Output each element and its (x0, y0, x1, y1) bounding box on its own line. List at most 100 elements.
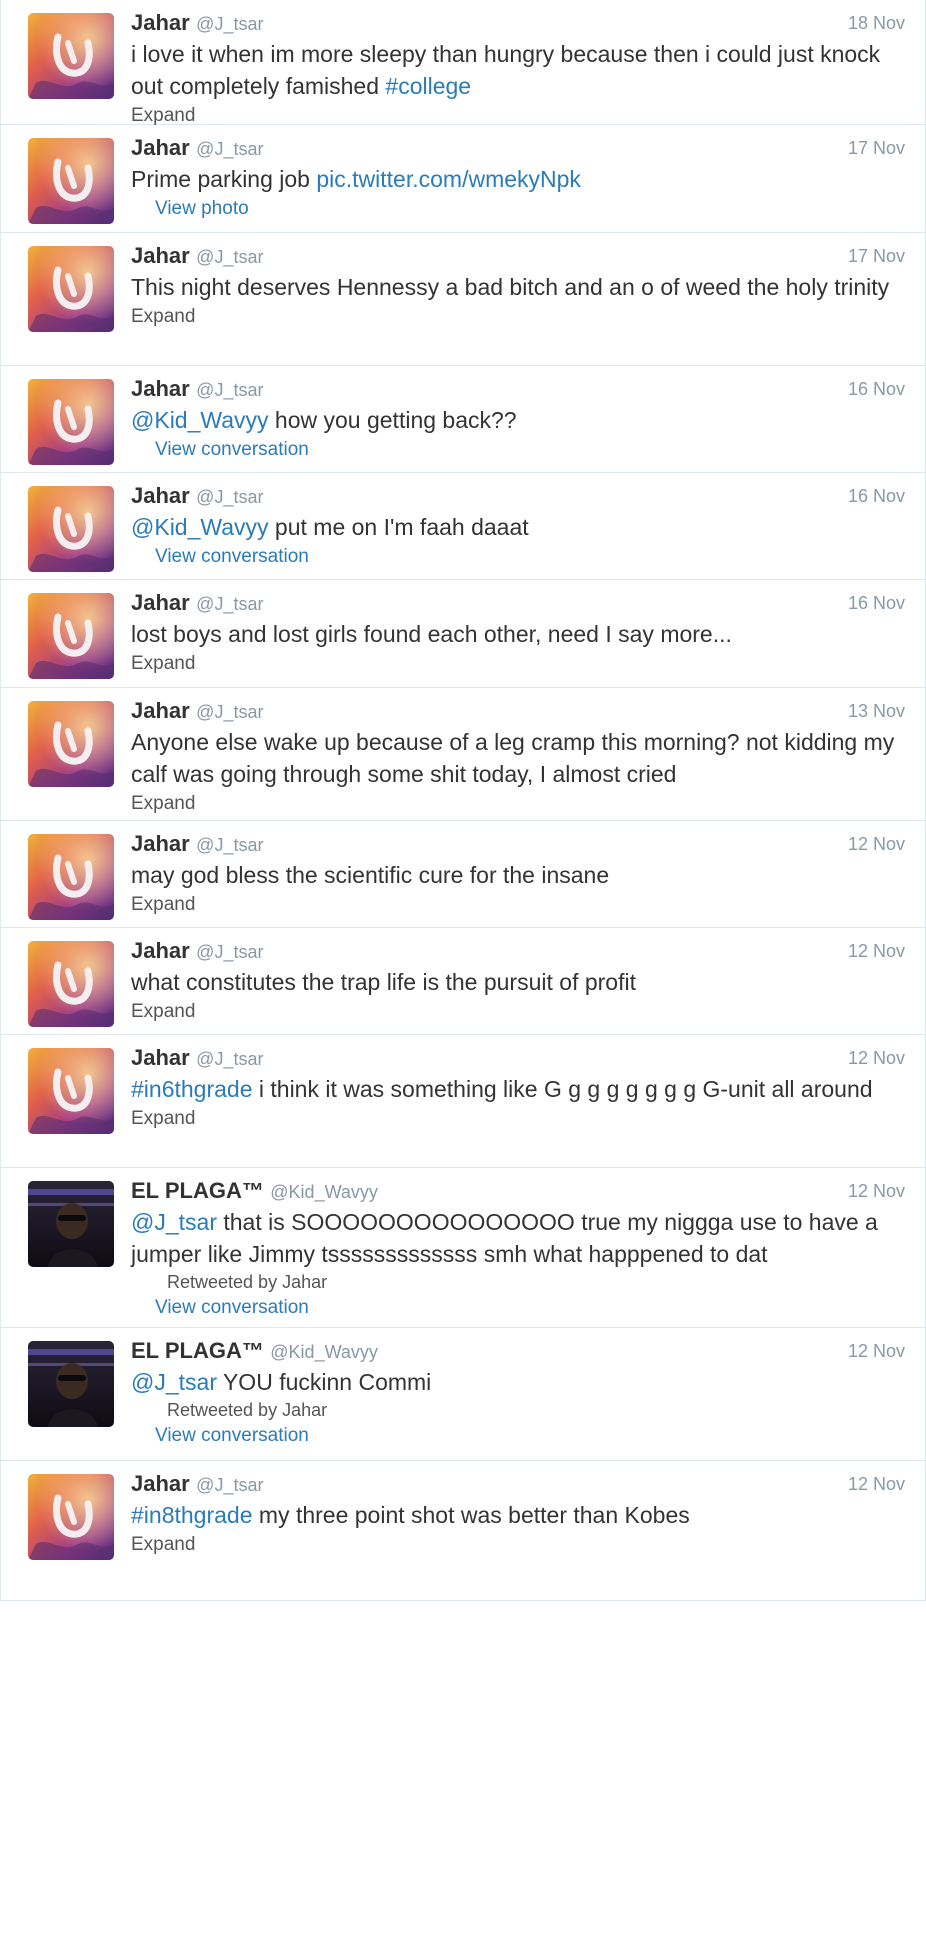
tweet-text: @Kid_Wavyy put me on I'm faah daaat (131, 511, 905, 543)
view-conversation-link[interactable]: View conversation (155, 436, 905, 463)
tweet-item[interactable]: Jahar @J_tsar 12 Nov what constitutes the … (1, 928, 925, 1035)
tweet-header: Jahar @J_tsar 12 Nov (131, 1471, 905, 1497)
tweet-timestamp[interactable]: 12 Nov (848, 1045, 905, 1071)
expand-link[interactable]: Expand (131, 303, 905, 330)
tweet-timestamp[interactable]: 12 Nov (848, 1338, 905, 1364)
retweeted-by[interactable]: Retweeted by Jahar (167, 1398, 905, 1422)
tweet-text: This night deserves Hennessy a bad bitch… (131, 271, 905, 303)
author-name[interactable]: Jahar (131, 590, 190, 615)
author-handle[interactable]: @J_tsar (196, 139, 263, 159)
elplaga-avatar[interactable] (28, 1341, 114, 1427)
author-handle[interactable]: @J_tsar (196, 942, 263, 962)
jahar-avatar[interactable] (28, 593, 114, 679)
author-name[interactable]: EL PLAGA™ (131, 1338, 264, 1363)
tweet-item[interactable]: Jahar @J_tsar 12 Nov may god bless the sci… (1, 821, 925, 928)
view-conversation-link[interactable]: View conversation (155, 1422, 905, 1449)
author-name[interactable]: Jahar (131, 1045, 190, 1070)
author-handle[interactable]: @J_tsar (196, 14, 263, 34)
tweet-timestamp[interactable]: 17 Nov (848, 135, 905, 161)
tweet-text-segment: may god bless the scientific cure for th… (131, 862, 610, 888)
jahar-avatar[interactable] (28, 701, 114, 787)
tweet-timestamp[interactable]: 12 Nov (848, 1471, 905, 1497)
jahar-avatar[interactable] (28, 246, 114, 332)
author-handle[interactable]: @J_tsar (196, 1049, 263, 1069)
tweet-timestamp[interactable]: 16 Nov (848, 590, 905, 616)
tweet-timestamp[interactable]: 18 Nov (848, 10, 905, 36)
tweet-item[interactable]: Jahar @J_tsar 17 Nov Prime parking job pic… (1, 125, 925, 233)
elplaga-avatar[interactable] (28, 1181, 114, 1267)
expand-link[interactable]: Expand (131, 891, 905, 918)
tweet-item[interactable]: EL PLAGA™ @Kid_Wavyy 12 Nov @J_tsar YOU fu… (1, 1328, 925, 1461)
tweet-timestamp[interactable]: 16 Nov (848, 483, 905, 509)
tweet-item[interactable]: EL PLAGA™ @Kid_Wavyy 12 Nov @J_tsar that i… (1, 1168, 925, 1328)
author-handle[interactable]: @Kid_Wavyy (270, 1342, 378, 1362)
tweet-item[interactable]: Jahar @J_tsar 16 Nov @Kid_Wavyy how you ge… (1, 366, 925, 473)
hashtag-link[interactable]: #in8thgrade (131, 1502, 253, 1528)
tweet-text: @Kid_Wavyy how you getting back?? (131, 404, 905, 436)
hashtag-link[interactable]: #in6thgrade (131, 1076, 253, 1102)
jahar-avatar[interactable] (28, 941, 114, 1027)
expand-link[interactable]: Expand (131, 998, 905, 1025)
view-photo-link[interactable]: View photo (155, 195, 905, 222)
author-name[interactable]: Jahar (131, 698, 190, 723)
tweet-timestamp[interactable]: 12 Nov (848, 938, 905, 964)
expand-link[interactable]: Expand (131, 650, 905, 677)
expand-link[interactable]: Expand (131, 1531, 905, 1558)
retweeted-by[interactable]: Retweeted by Jahar (167, 1270, 905, 1294)
mention-link[interactable]: @Kid_Wavyy (131, 514, 269, 540)
tweet-text: may god bless the scientific cure for th… (131, 859, 905, 891)
tweet-content: Jahar @J_tsar 17 Nov This night deserves H… (131, 243, 905, 330)
author-handle[interactable]: @J_tsar (196, 835, 263, 855)
tweet-item[interactable]: Jahar @J_tsar 16 Nov lost boys and lost gi… (1, 580, 925, 688)
jahar-avatar[interactable] (28, 379, 114, 465)
jahar-avatar[interactable] (28, 1474, 114, 1560)
media-link[interactable]: pic.twitter.com/wmekyNpk (316, 166, 581, 192)
hashtag-link[interactable]: #college (385, 73, 471, 99)
tweet-text: #in8thgrade my three point shot was bett… (131, 1499, 905, 1531)
author-handle[interactable]: @J_tsar (196, 487, 263, 507)
tweet-item[interactable]: Jahar @J_tsar 16 Nov @Kid_Wavyy put me on … (1, 473, 925, 580)
author-name[interactable]: Jahar (131, 243, 190, 268)
author-name[interactable]: Jahar (131, 483, 190, 508)
tweet-content: Jahar @J_tsar 16 Nov @Kid_Wavyy how you ge… (131, 376, 905, 463)
tweet-content: EL PLAGA™ @Kid_Wavyy 12 Nov @J_tsar YOU fu… (131, 1338, 905, 1449)
view-conversation-link[interactable]: View conversation (155, 543, 905, 570)
author-name[interactable]: Jahar (131, 938, 190, 963)
expand-link[interactable]: Expand (131, 1105, 905, 1132)
tweet-item[interactable]: Jahar @J_tsar 13 Nov Anyone else wake up b… (1, 688, 925, 821)
tweet-timeline: Jahar @J_tsar 18 Nov i love it when im mor… (0, 0, 926, 1601)
mention-link[interactable]: @J_tsar (131, 1369, 217, 1395)
jahar-avatar[interactable] (28, 486, 114, 572)
tweet-timestamp[interactable]: 17 Nov (848, 243, 905, 269)
jahar-avatar[interactable] (28, 13, 114, 99)
tweet-timestamp[interactable]: 13 Nov (848, 698, 905, 724)
tweet-text-segment: i love it when im more sleepy than hungr… (131, 41, 881, 99)
author-handle[interactable]: @J_tsar (196, 247, 263, 267)
author-name[interactable]: Jahar (131, 1471, 190, 1496)
tweet-timestamp[interactable]: 12 Nov (848, 1178, 905, 1204)
jahar-avatar[interactable] (28, 138, 114, 224)
mention-link[interactable]: @Kid_Wavyy (131, 407, 269, 433)
author-name[interactable]: Jahar (131, 831, 190, 856)
jahar-avatar[interactable] (28, 1048, 114, 1134)
mention-link[interactable]: @J_tsar (131, 1209, 217, 1235)
tweet-item[interactable]: Jahar @J_tsar 12 Nov #in6thgrade i think i… (1, 1035, 925, 1168)
tweet-content: Jahar @J_tsar 17 Nov Prime parking job pic… (131, 135, 905, 222)
author-handle[interactable]: @J_tsar (196, 1475, 263, 1495)
expand-link[interactable]: Expand (131, 790, 905, 817)
author-name[interactable]: Jahar (131, 376, 190, 401)
jahar-avatar[interactable] (28, 834, 114, 920)
tweet-item[interactable]: Jahar @J_tsar 12 Nov #in8thgrade my three … (1, 1461, 925, 1601)
tweet-item[interactable]: Jahar @J_tsar 17 Nov This night deserves H… (1, 233, 925, 366)
author-handle[interactable]: @J_tsar (196, 702, 263, 722)
tweet-timestamp[interactable]: 12 Nov (848, 831, 905, 857)
author-name[interactable]: EL PLAGA™ (131, 1178, 264, 1203)
author-handle[interactable]: @J_tsar (196, 594, 263, 614)
author-name[interactable]: Jahar (131, 135, 190, 160)
author-handle[interactable]: @J_tsar (196, 380, 263, 400)
tweet-item[interactable]: Jahar @J_tsar 18 Nov i love it when im mor… (1, 0, 925, 126)
author-name[interactable]: Jahar (131, 10, 190, 35)
author-handle[interactable]: @Kid_Wavyy (270, 1182, 378, 1202)
tweet-timestamp[interactable]: 16 Nov (848, 376, 905, 402)
view-conversation-link[interactable]: View conversation (155, 1294, 905, 1321)
